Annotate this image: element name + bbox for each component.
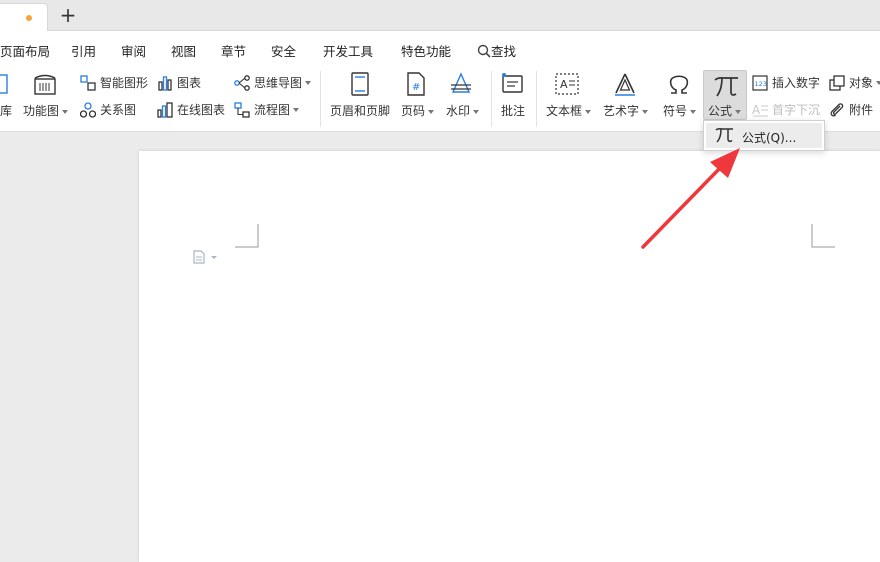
- menu-developer[interactable]: 开发工具: [323, 41, 373, 60]
- annotation-arrow: [641, 148, 740, 249]
- formula-menu-item-label: 公式(Q)...: [742, 131, 797, 145]
- menu-references[interactable]: 引用: [71, 41, 96, 60]
- chevron-down-icon: [473, 109, 480, 114]
- chart-icon: [158, 75, 172, 91]
- chevron-down-icon: [428, 109, 435, 114]
- watermark-label: 水印: [446, 104, 471, 118]
- page-number-icon: #: [407, 72, 425, 96]
- attachment-button[interactable]: 附件: [829, 101, 873, 118]
- menu-view[interactable]: 视图: [171, 41, 196, 60]
- flowchart-label: 流程图: [254, 103, 291, 117]
- search-icon: [477, 44, 491, 58]
- menu-security[interactable]: 安全: [271, 41, 296, 60]
- omega-icon: [669, 75, 689, 94]
- search-label: 查找: [491, 44, 517, 59]
- online-chart-button[interactable]: 在线图表: [157, 101, 225, 118]
- relation-chart-label: 关系图: [100, 103, 137, 117]
- chevron-down-icon: [642, 109, 649, 114]
- comment-icon: [502, 73, 523, 93]
- textbox-button[interactable]: 文本框: [546, 102, 592, 119]
- paragraph-options-button[interactable]: [193, 250, 219, 267]
- chevron-down-icon: [62, 109, 69, 114]
- formula-button[interactable]: 公式: [703, 70, 747, 120]
- menu-search[interactable]: 查找: [477, 41, 516, 60]
- header-footer-icon: [351, 72, 369, 96]
- library-button[interactable]: 库: [0, 102, 12, 119]
- function-chart-label: 功能图: [23, 104, 60, 118]
- mind-map-button[interactable]: 思维导图: [234, 74, 312, 91]
- function-chart-icon: [34, 74, 56, 95]
- document-page[interactable]: [139, 151, 880, 562]
- chevron-down-icon: [305, 80, 312, 85]
- unsaved-indicator-icon: [26, 15, 32, 21]
- ribbon-divider: [536, 71, 537, 127]
- watermark-icon: [451, 72, 471, 93]
- tab-bar: +: [0, 0, 880, 31]
- svg-text:A: A: [560, 78, 568, 91]
- ribbon-divider: [491, 71, 492, 127]
- watermark-button[interactable]: 水印: [446, 102, 480, 119]
- smart-art-button[interactable]: 智能图形: [80, 74, 148, 91]
- mind-map-label: 思维导图: [254, 76, 303, 90]
- svg-text:#: #: [412, 82, 420, 93]
- symbol-button[interactable]: 符号: [663, 102, 697, 119]
- relation-chart-icon: [80, 101, 96, 118]
- function-chart-button[interactable]: 功能图: [23, 102, 69, 119]
- insert-number-label: 插入数字: [772, 76, 821, 90]
- online-chart-label: 在线图表: [177, 103, 226, 117]
- margin-corner-top-right: [811, 224, 835, 248]
- chevron-down-icon: [690, 109, 697, 114]
- textbox-icon: A: [555, 73, 579, 95]
- smart-art-label: 智能图形: [100, 76, 149, 90]
- chevron-down-icon: [735, 109, 742, 114]
- insert-number-icon: 123: [752, 74, 768, 91]
- object-button[interactable]: 对象: [829, 74, 880, 91]
- formula-label-wrap: 公式: [708, 102, 742, 119]
- menu-page-layout[interactable]: 页面布局: [0, 41, 50, 60]
- page-number-button[interactable]: 页码: [401, 102, 435, 119]
- library-icon: [0, 74, 8, 94]
- chevron-down-icon: [293, 107, 300, 112]
- svg-text:123: 123: [755, 80, 767, 88]
- symbol-label: 符号: [663, 104, 688, 118]
- drop-cap-button[interactable]: A 首字下沉: [752, 101, 820, 118]
- menu-section[interactable]: 章节: [221, 41, 246, 60]
- chart-label: 图表: [177, 76, 202, 90]
- margin-corner-top-left: [235, 224, 259, 248]
- chart-button[interactable]: 图表: [157, 74, 201, 91]
- menu-special-features[interactable]: 特色功能: [401, 41, 451, 60]
- paperclip-icon: [830, 102, 844, 116]
- ribbon-divider: [320, 71, 321, 127]
- wordart-icon: [615, 73, 635, 96]
- object-label: 对象: [849, 76, 874, 90]
- chevron-down-icon: [585, 109, 592, 114]
- textbox-label: 文本框: [546, 104, 583, 118]
- flowchart-button[interactable]: 流程图: [234, 101, 300, 118]
- formula-label: 公式: [708, 104, 733, 118]
- wordart-button[interactable]: 艺术字: [603, 102, 649, 119]
- comment-button[interactable]: 批注: [501, 102, 525, 119]
- insert-number-button[interactable]: 123 插入数字: [752, 74, 820, 91]
- relation-chart-button[interactable]: 关系图: [80, 101, 136, 118]
- smart-art-icon: [80, 74, 96, 91]
- page-number-label: 页码: [401, 104, 426, 118]
- drop-cap-icon: A: [752, 103, 768, 117]
- menu-bar: 页面布局 引用 审阅 视图 章节 安全 开发工具 特色功能 查找: [0, 31, 880, 65]
- menu-review[interactable]: 审阅: [121, 41, 146, 60]
- object-icon: [829, 74, 845, 91]
- header-footer-button[interactable]: 页眉和页脚: [330, 102, 390, 119]
- document-tab[interactable]: [0, 3, 48, 31]
- document-icon: [193, 250, 217, 264]
- flowchart-icon: [234, 101, 250, 118]
- chevron-down-icon: [876, 80, 880, 85]
- mind-map-icon: [234, 74, 250, 91]
- pi-icon: [714, 76, 738, 97]
- new-tab-button[interactable]: +: [58, 5, 78, 25]
- online-chart-icon: [157, 101, 173, 118]
- drop-cap-label: 首字下沉: [772, 103, 821, 117]
- svg-text:A: A: [752, 103, 761, 117]
- attachment-label: 附件: [849, 103, 874, 117]
- wordart-label: 艺术字: [603, 104, 640, 118]
